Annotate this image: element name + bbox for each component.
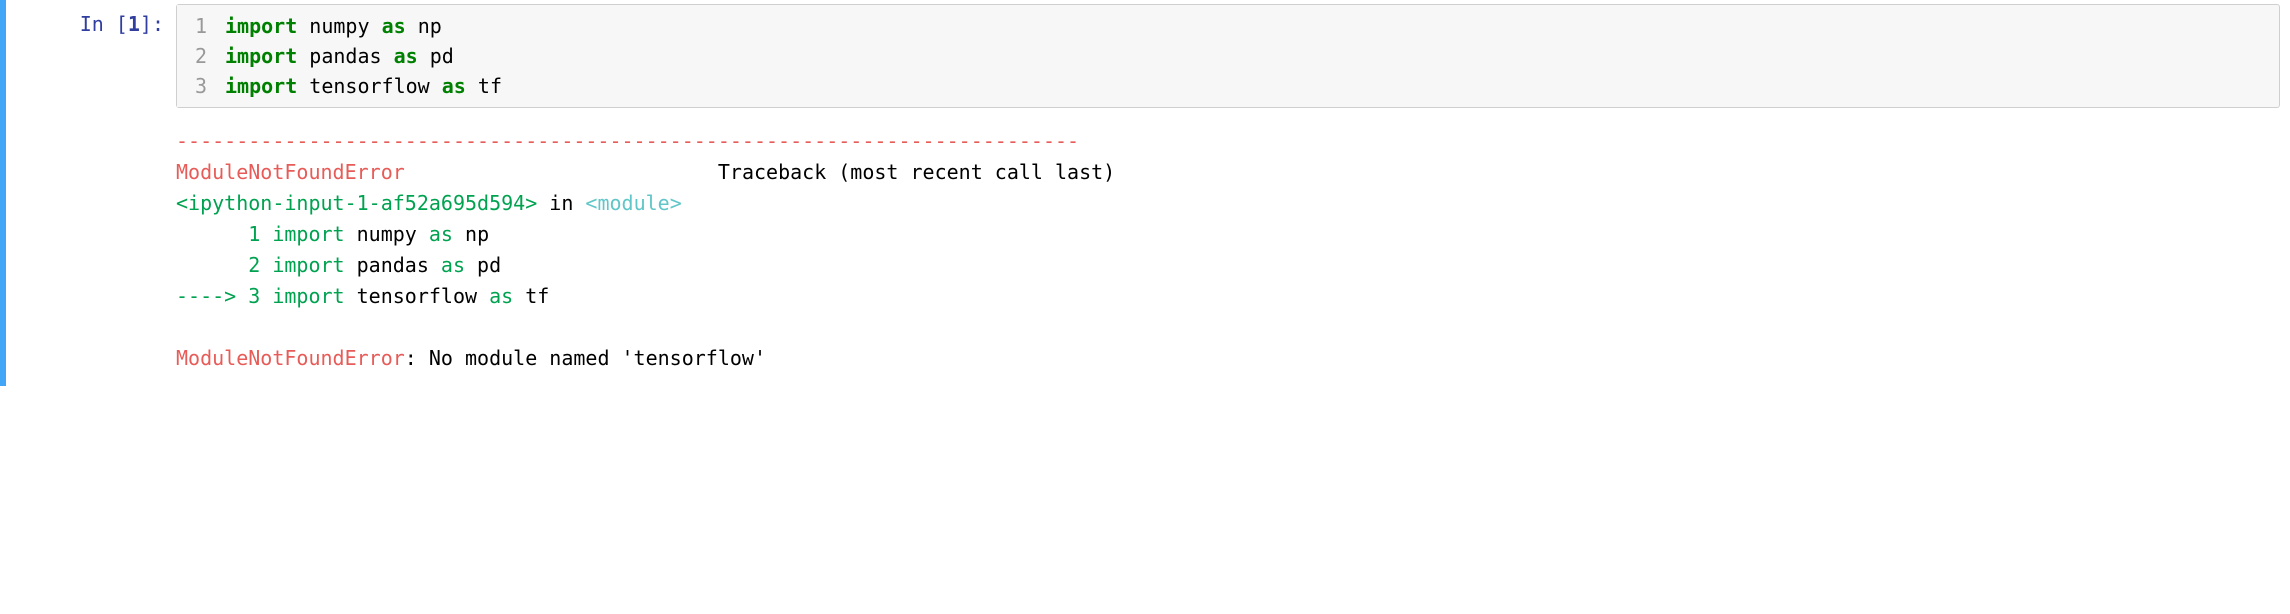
code-input-area[interactable]: 1 2 3 import numpy as npimport pandas as… [176,4,2280,108]
error-message: : No module named 'tensorflow' [405,346,766,370]
line-number: 3 [187,71,207,101]
code-editor[interactable]: import numpy as npimport pandas as pdimp… [215,5,2279,107]
output-area: ----------------------------------------… [176,126,2280,382]
line-number-gutter: 1 2 3 [177,5,215,107]
tb-line-num: 3 [248,284,260,308]
cell-content: 1 2 3 import numpy as npimport pandas as… [176,4,2290,382]
tb-text: pandas [345,253,441,277]
tb-text: pd [465,253,501,277]
keyword: as [382,14,406,38]
module-name: tensorflow [309,74,429,98]
traceback-label: Traceback (most recent call last) [718,160,1115,184]
tb-text: tensorflow [345,284,490,308]
tb-prefix [176,253,248,277]
keyword: import [272,253,344,277]
prompt-prefix: In [ [80,12,128,36]
code-line: import tensorflow as tf [225,71,2269,101]
prompt-area: In [1]: [6,4,176,382]
tb-text: np [453,222,489,246]
code-line: import pandas as pd [225,41,2269,71]
prompt-label: In [1]: [80,12,164,36]
line-number: 1 [187,11,207,41]
code-line: import numpy as np [225,11,2269,41]
tb-text: numpy [345,222,429,246]
module-reference: <module> [585,191,681,215]
keyword: as [442,74,466,98]
alias: pd [430,44,454,68]
keyword: import [272,284,344,308]
prompt-suffix: ]: [140,12,164,36]
module-name: numpy [309,14,369,38]
in-word: in [537,191,585,215]
traceback-separator: ----------------------------------------… [176,129,1079,153]
notebook-cell: In [1]: 1 2 3 import numpy as npimport p… [0,0,2290,386]
keyword: import [225,74,297,98]
tb-line-num: 1 [248,222,260,246]
keyword: import [225,44,297,68]
prompt-number: 1 [128,12,140,36]
arrow-prefix: ----> [176,284,248,308]
keyword: import [225,14,297,38]
tb-line-num: 2 [248,253,260,277]
keyword: as [489,284,513,308]
error-class-name: ModuleNotFoundError [176,160,405,184]
tb-prefix [176,222,248,246]
keyword: as [441,253,465,277]
alias: np [418,14,442,38]
keyword: import [272,222,344,246]
module-name: pandas [309,44,381,68]
line-number: 2 [187,41,207,71]
keyword: as [394,44,418,68]
alias: tf [478,74,502,98]
file-reference: <ipython-input-1-af52a695d594> [176,191,537,215]
spacing [405,160,718,184]
keyword: as [429,222,453,246]
error-class-name: ModuleNotFoundError [176,346,405,370]
tb-text: tf [513,284,549,308]
